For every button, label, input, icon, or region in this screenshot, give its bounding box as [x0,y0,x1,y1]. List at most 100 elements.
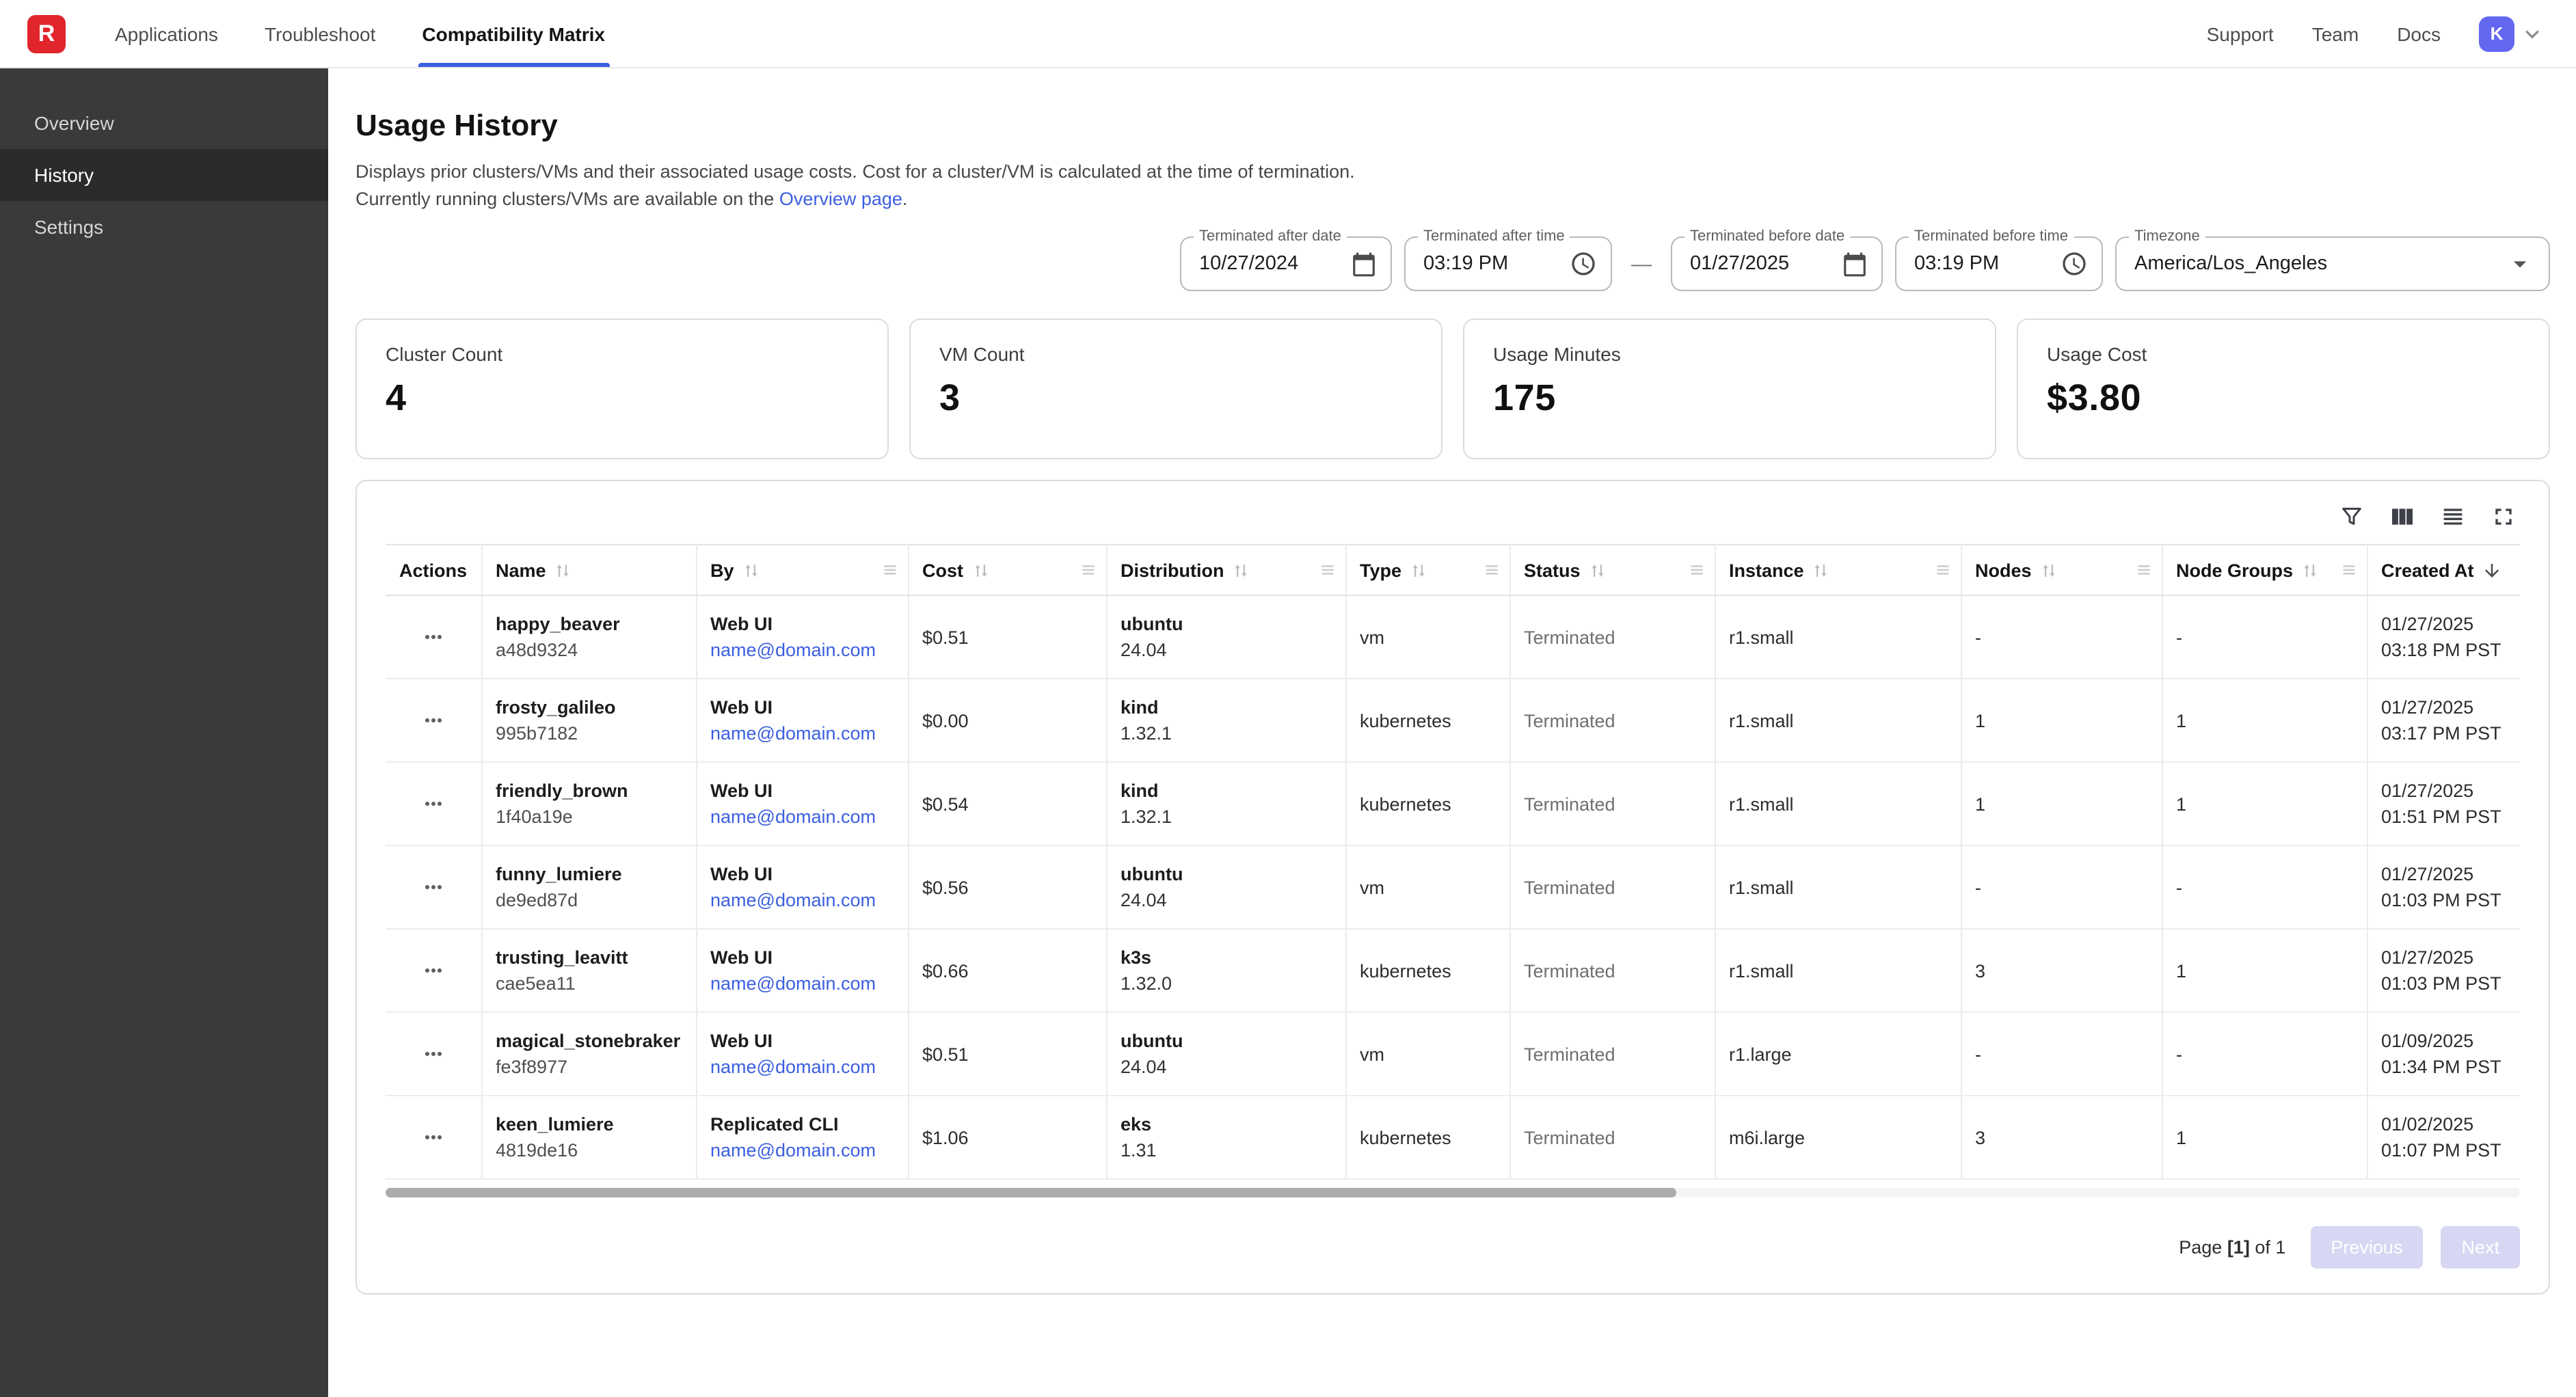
row-actions-button[interactable] [416,786,451,822]
avatar[interactable]: K [2479,16,2514,51]
distribution-version: 1.32.1 [1121,723,1331,744]
row-actions-button[interactable] [416,1120,451,1155]
email-link[interactable]: name@domain.com [710,1057,876,1077]
table-row: magical_stonebraker fe3f8977 Web UI name… [386,1012,2520,1096]
clock-icon[interactable] [2061,250,2088,277]
email-link[interactable]: name@domain.com [710,723,876,744]
row-actions-button[interactable] [416,703,451,738]
nav-item-applications[interactable]: Applications [115,0,218,67]
type-value: kubernetes [1360,960,1451,981]
column-menu-icon[interactable] [1933,560,1952,580]
calendar-icon[interactable] [1842,251,1868,277]
cost-value: $0.00 [922,710,969,731]
previous-button[interactable]: Previous [2310,1226,2423,1269]
col-header-created-at[interactable]: Created At [2367,545,2520,595]
email-link[interactable]: name@domain.com [710,890,876,910]
nav-link-support[interactable]: Support [2207,23,2274,44]
table-row: happy_beaver a48d9324 Web UI name@domain… [386,595,2520,679]
email-link[interactable]: name@domain.com [710,806,876,827]
col-header-type[interactable]: Type [1345,545,1510,595]
cluster-name: magical_stonebraker [496,1031,682,1051]
fullscreen-icon-button[interactable] [2490,503,2517,530]
sort-icon [2301,561,2319,579]
column-menu-icon[interactable] [1078,560,1097,580]
columns-icon-button[interactable] [2389,503,2416,530]
status-badge: Terminated [1524,1044,1615,1064]
col-header-instance[interactable]: Instance [1715,545,1961,595]
density-icon-button[interactable] [2439,503,2467,530]
nodes-value: 3 [1975,1127,1985,1148]
instance-value: r1.small [1729,710,1794,731]
cluster-name: friendly_brown [496,781,682,801]
created-time: 01:51 PM PST [2381,804,2506,830]
terminated-before-time-field[interactable]: Terminated before time 03:19 PM [1895,236,2103,291]
created-time: 03:18 PM PST [2381,637,2506,663]
created-date: 01/02/2025 [2381,1111,2506,1137]
nodes-value: - [1975,1044,1981,1064]
cost-value: $1.06 [922,1127,969,1148]
column-menu-icon[interactable] [2339,560,2358,580]
node-groups-value: 1 [2176,1127,2186,1148]
node-groups-value: - [2176,627,2182,647]
table-row: friendly_brown 1f40a19e Web UI name@doma… [386,762,2520,845]
account-menu[interactable]: K [2479,16,2546,51]
col-header-nodes[interactable]: Nodes [1961,545,2162,595]
created-by: Web UI [710,614,894,634]
clock-icon[interactable] [1570,250,1597,277]
calendar-icon[interactable] [1351,251,1377,277]
sidebar: Overview History Settings [0,68,328,1397]
overview-page-link[interactable]: Overview page [779,189,902,209]
email-link[interactable]: name@domain.com [710,640,876,660]
scrollbar-thumb[interactable] [386,1188,1677,1197]
column-menu-icon[interactable] [1317,560,1337,580]
nav-item-compatibility-matrix[interactable]: Compatibility Matrix [422,0,605,67]
nav-link-team[interactable]: Team [2312,23,2359,44]
terminated-before-date-field[interactable]: Terminated before date 01/27/2025 [1671,236,1883,291]
row-actions-button[interactable] [416,869,451,905]
column-menu-icon[interactable] [1687,560,1706,580]
cluster-id: fe3f8977 [496,1057,682,1077]
nodes-value: 3 [1975,960,1985,981]
col-header-by[interactable]: By [696,545,908,595]
col-header-cost[interactable]: Cost [908,545,1106,595]
stat-card-usage-cost: Usage Cost $3.80 [2017,318,2550,459]
terminated-after-time-field[interactable]: Terminated after time 03:19 PM [1404,236,1612,291]
email-link[interactable]: name@domain.com [710,973,876,994]
col-header-node-groups[interactable]: Node Groups [2162,545,2367,595]
row-actions-button[interactable] [416,619,451,655]
nav-link-docs[interactable]: Docs [2397,23,2441,44]
more-horiz-icon [421,625,446,649]
created-date: 01/27/2025 [2381,861,2506,887]
app-logo[interactable]: R [27,14,66,53]
distribution-name: eks [1121,1114,1331,1135]
created-by: Web UI [710,1031,894,1051]
created-time: 01:34 PM PST [2381,1054,2506,1080]
node-groups-value: 1 [2176,710,2186,731]
usage-table-card: Actions Name By [355,480,2550,1294]
row-actions-button[interactable] [416,953,451,988]
more-horiz-icon [421,1042,446,1066]
col-header-status[interactable]: Status [1510,545,1715,595]
cost-value: $0.66 [922,960,969,981]
col-header-distribution[interactable]: Distribution [1106,545,1345,595]
sort-icon [1410,561,1427,579]
row-actions-button[interactable] [416,1036,451,1072]
next-button[interactable]: Next [2441,1226,2520,1269]
email-link[interactable]: name@domain.com [710,1140,876,1161]
type-value: vm [1360,877,1384,897]
column-menu-icon[interactable] [1481,560,1501,580]
app-logo-letter: R [38,20,55,47]
column-menu-icon[interactable] [880,560,899,580]
sidebar-item-overview[interactable]: Overview [0,97,328,149]
created-by: Web UI [710,697,894,718]
column-menu-icon[interactable] [2134,560,2153,580]
timezone-select[interactable]: Timezone America/Los_Angeles [2115,236,2550,291]
nav-item-troubleshoot[interactable]: Troubleshoot [265,0,375,67]
sidebar-item-history[interactable]: History [0,149,328,201]
dropdown-caret-icon[interactable] [2505,249,2535,279]
sort-icon [742,561,760,579]
filter-icon-button[interactable] [2338,503,2365,530]
sidebar-item-settings[interactable]: Settings [0,201,328,253]
terminated-after-date-field[interactable]: Terminated after date 10/27/2024 [1180,236,1392,291]
col-header-name[interactable]: Name [481,545,696,595]
